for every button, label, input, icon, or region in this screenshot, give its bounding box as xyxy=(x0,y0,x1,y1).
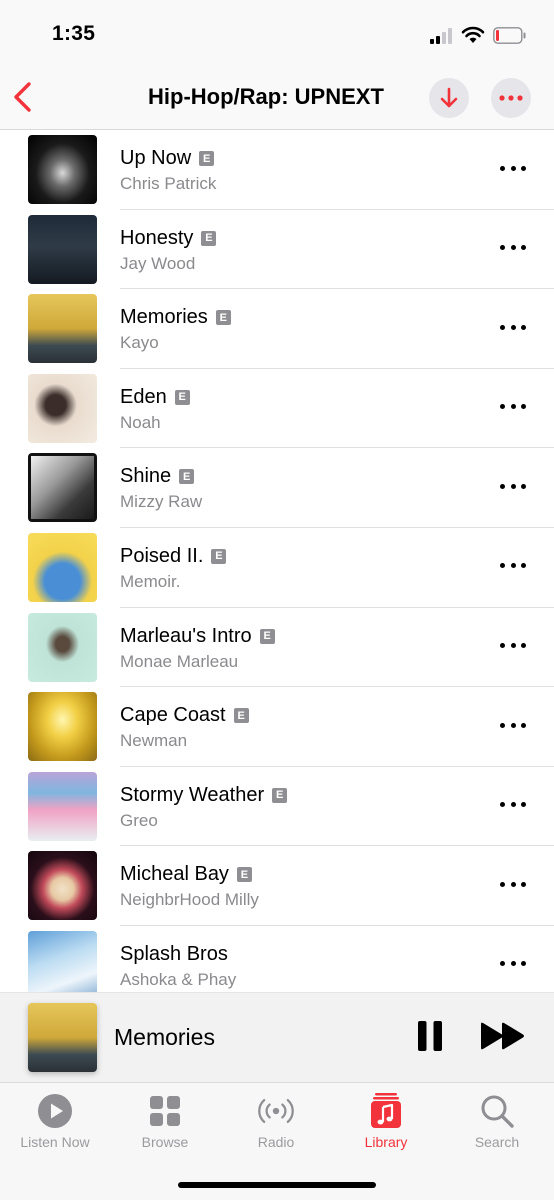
song-more-button[interactable] xyxy=(500,238,526,258)
tab-browse[interactable]: Browse xyxy=(115,1091,215,1150)
song-artist: Chris Patrick xyxy=(120,174,217,193)
tab-listen-now[interactable]: Listen Now xyxy=(5,1091,105,1150)
song-row[interactable]: Memories E Kayo xyxy=(0,289,554,369)
song-title: Stormy Weather xyxy=(120,783,265,806)
song-more-button[interactable] xyxy=(500,636,526,656)
album-artwork xyxy=(28,532,97,602)
explicit-badge: E xyxy=(179,469,195,485)
album-artwork xyxy=(28,612,97,682)
song-more-button[interactable] xyxy=(500,476,526,496)
song-row[interactable]: Splash Bros Ashoka & Phay xyxy=(0,926,554,992)
song-more-button[interactable] xyxy=(500,317,526,337)
explicit-badge: E xyxy=(174,389,190,405)
song-list: Up Now E Chris Patrick Honesty E Jay Woo… xyxy=(0,130,554,992)
ellipsis-icon xyxy=(499,95,523,101)
page-title: Hip-Hop/Rap: UPNEXT xyxy=(148,84,384,109)
explicit-badge: E xyxy=(201,230,217,246)
tab-library[interactable]: Library xyxy=(336,1091,436,1150)
now-playing-title: Memories xyxy=(114,1024,215,1050)
song-more-button[interactable] xyxy=(500,874,526,894)
tab-label: Library xyxy=(364,1134,408,1150)
album-artwork xyxy=(28,135,97,204)
back-chevron-icon[interactable] xyxy=(10,80,36,114)
battery-icon xyxy=(493,27,526,44)
album-artwork xyxy=(28,851,97,921)
grid-icon xyxy=(150,1096,180,1126)
explicit-badge: E xyxy=(215,310,231,326)
song-row[interactable]: Poised II. E Memoir. xyxy=(0,528,554,608)
song-title: Honesty xyxy=(120,226,194,249)
music-library-icon xyxy=(371,1093,401,1128)
album-artwork xyxy=(28,453,97,523)
song-more-button[interactable] xyxy=(500,397,526,417)
tab-label: Search xyxy=(474,1134,520,1150)
status-bar: 1:35 xyxy=(0,0,554,62)
song-artist: NeighbrHood Milly xyxy=(120,890,259,910)
album-artwork xyxy=(28,214,97,284)
song-more-button[interactable] xyxy=(500,715,526,735)
explicit-badge: E xyxy=(236,867,252,883)
cellular-signal-icon xyxy=(430,28,452,44)
song-title: Up Now xyxy=(120,147,192,169)
song-title: Splash Bros xyxy=(120,942,228,965)
wifi-icon xyxy=(461,26,485,43)
explicit-badge: E xyxy=(199,151,215,166)
explicit-badge: E xyxy=(211,548,227,564)
fast-forward-icon[interactable] xyxy=(480,1022,526,1050)
album-artwork xyxy=(28,294,97,364)
song-title: Eden xyxy=(120,385,167,408)
radio-waves-icon xyxy=(258,1098,294,1124)
song-artist: Monae Marleau xyxy=(120,651,239,671)
album-artwork xyxy=(28,930,97,992)
song-row[interactable]: Marleau's Intro E Monae Marleau xyxy=(0,608,554,688)
song-artist: Kayo xyxy=(120,333,159,353)
song-title: Marleau's Intro xyxy=(120,624,252,647)
tab-label: Listen Now xyxy=(20,1134,90,1150)
song-title: Micheal Bay xyxy=(120,863,229,886)
album-artwork xyxy=(28,373,97,443)
song-more-button[interactable] xyxy=(500,158,526,178)
song-title: Cape Coast xyxy=(120,704,226,727)
tab-label: Radio xyxy=(257,1134,295,1150)
song-row[interactable]: Shine E Mizzy Raw xyxy=(0,448,554,528)
explicit-badge: E xyxy=(233,708,249,724)
download-button[interactable] xyxy=(429,78,469,118)
more-options-button[interactable] xyxy=(491,78,531,118)
download-arrow-icon xyxy=(440,87,458,108)
explicit-badge: E xyxy=(272,787,288,803)
song-title: Memories xyxy=(120,306,208,329)
song-artist: Newman xyxy=(120,731,188,751)
song-artist: Ashoka & Phay xyxy=(120,969,237,989)
song-artist: Jay Wood xyxy=(120,253,196,273)
explicit-badge: E xyxy=(259,628,275,644)
album-artwork xyxy=(28,692,97,762)
song-artist: Noah xyxy=(120,412,161,432)
tab-radio[interactable]: Radio xyxy=(226,1091,326,1150)
search-icon xyxy=(481,1095,514,1128)
song-more-button[interactable] xyxy=(500,954,526,974)
album-artwork xyxy=(28,771,97,841)
song-row[interactable]: Honesty E Jay Wood xyxy=(0,210,554,290)
play-circle-icon xyxy=(38,1094,72,1128)
tab-search[interactable]: Search xyxy=(447,1091,547,1150)
navigation-header: Hip-Hop/Rap: UPNEXT xyxy=(0,62,554,130)
home-indicator xyxy=(178,1182,376,1188)
pause-icon[interactable] xyxy=(417,1020,443,1052)
status-time: 1:35 xyxy=(52,22,96,45)
song-title: Poised II. xyxy=(120,544,204,567)
song-artist: Greo xyxy=(120,810,158,830)
now-playing-artwork xyxy=(28,1003,97,1072)
song-row[interactable]: Cape Coast E Newman xyxy=(0,687,554,767)
song-row[interactable]: Eden E Noah xyxy=(0,369,554,449)
song-row[interactable]: Stormy Weather E Greo xyxy=(0,767,554,847)
song-artist: Mizzy Raw xyxy=(120,492,203,512)
tab-label: Browse xyxy=(141,1134,189,1150)
song-more-button[interactable] xyxy=(500,556,526,576)
song-artist: Memoir. xyxy=(120,571,181,591)
song-more-button[interactable] xyxy=(500,795,526,815)
song-row[interactable]: Micheal Bay E NeighbrHood Milly xyxy=(0,846,554,926)
song-row[interactable]: Up Now E Chris Patrick xyxy=(0,130,554,210)
song-title: Shine xyxy=(120,465,172,488)
mini-player[interactable]: Memories xyxy=(0,992,554,1082)
